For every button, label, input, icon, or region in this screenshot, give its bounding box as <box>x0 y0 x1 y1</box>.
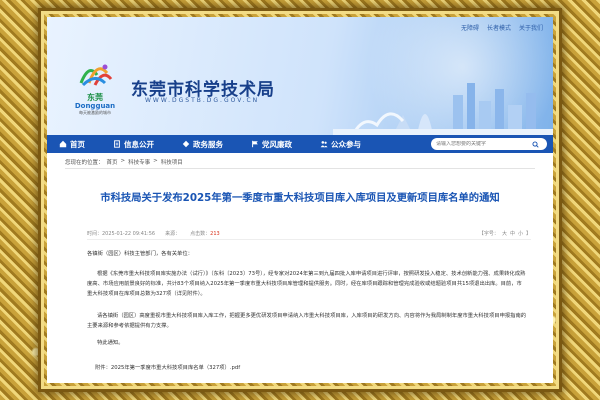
top-links: 无障碍 长者模式 关于我们 <box>461 23 543 32</box>
article-title: 市科技局关于发布2025年第一季度市重大科技项目库入库项目及更新项目库名单的通知 <box>100 192 500 204</box>
breadcrumb-sci-projects[interactable]: 科技项目 <box>161 158 183 166</box>
font-size-large[interactable]: 大 <box>502 230 507 237</box>
font-size-medium[interactable]: 中 <box>510 230 515 237</box>
logo-slogan: 每天被激励的城市 <box>79 110 111 115</box>
document-icon <box>114 140 120 148</box>
salutation-paragraph: 各镇街（园区）科技主管部门，各有关单位： <box>87 251 193 257</box>
breadcrumb-home[interactable]: 首页 <box>107 158 118 166</box>
nav-item-info-disclosure[interactable]: 信息公开 <box>113 139 154 150</box>
source-label: 来源： <box>165 231 181 237</box>
body-paragraph: 请各镇街（园区）高度重视市重大科技项目库入库工作，把握更多更优研发项目申请纳入市… <box>87 313 527 329</box>
party-flag-icon <box>252 140 258 148</box>
clicks-label: 点击数： <box>190 231 211 237</box>
body-paragraph: 根据《东莞市重大科技项目库实施办法（试行）》（东科〔2023〕73号），经专家对… <box>87 271 526 297</box>
article-meta: 时间：2025-01-22 09:41:56 来源： 点击数：213 <box>87 230 220 237</box>
site-domain: WWW.DGSTB.DG.GOV.CN <box>145 97 260 104</box>
dongguan-logo-icon <box>79 64 113 87</box>
font-size-switcher: 【字号： 大 中 小 】 <box>479 230 531 237</box>
divider <box>87 239 531 240</box>
elder-mode-link[interactable]: 长者模式 <box>487 23 511 32</box>
home-icon <box>59 140 67 148</box>
search-box <box>431 138 547 150</box>
attachment: 附件：2025年第一季度市重大科技项目库名单（327项）.pdf <box>95 363 240 371</box>
font-size-label: 【字号： <box>478 231 499 237</box>
publish-date: 时间：2025-01-22 09:41:56 <box>87 231 156 237</box>
logo-english-name: Dongguan <box>74 102 116 110</box>
nav-item-label: 公众参与 <box>331 139 361 149</box>
nav-item-label: 政务服务 <box>193 139 223 149</box>
webpage: 无障碍 长者模式 关于我们 东莞 Dongguan 每天被激励的城市 东莞市科学… <box>47 17 553 383</box>
accessibility-link[interactable]: 无障碍 <box>461 23 479 32</box>
people-icon <box>320 141 328 148</box>
breadcrumb-sci-affairs[interactable]: 科技专事 <box>128 158 150 166</box>
nav-item-public-participation[interactable]: 公众参与 <box>320 139 361 150</box>
font-size-small[interactable]: 小 <box>518 230 523 237</box>
city-skyline-illustration <box>333 83 553 135</box>
nav-item-label: 党风廉政 <box>262 139 292 149</box>
nav-item-integrity[interactable]: 党风廉政 <box>251 139 292 150</box>
closing-paragraph: 特此通知。 <box>97 340 124 346</box>
nav-item-gov-services[interactable]: 政务服务 <box>182 139 223 150</box>
about-us-link[interactable]: 关于我们 <box>519 23 543 32</box>
search-icon[interactable] <box>532 140 539 148</box>
font-size-close: 】 <box>525 231 531 237</box>
logo-city-name: 东莞 <box>87 93 103 102</box>
city-logo[interactable]: 东莞 Dongguan 每天被激励的城市 <box>65 61 125 115</box>
click-count: 213 <box>210 231 220 237</box>
main-nav: 首页 信息公开 政务服务 党风廉政 公众参与 <box>47 135 553 153</box>
attachment-prefix: 附件： <box>95 365 111 371</box>
nav-item-label: 首页 <box>70 139 85 149</box>
service-icon <box>182 140 190 148</box>
nav-item-home[interactable]: 首页 <box>59 139 85 150</box>
search-input[interactable] <box>436 141 532 147</box>
nav-item-label: 信息公开 <box>124 139 154 149</box>
breadcrumb-prefix: 您现在的位置： <box>65 160 104 166</box>
breadcrumb: 您现在的位置： 首页 > 科技专事 > 科技项目 <box>65 158 183 166</box>
attachment-link[interactable]: 2025年第一季度市重大科技项目库名单（327项）.pdf <box>111 365 240 371</box>
header-banner: 无障碍 长者模式 关于我们 东莞 Dongguan 每天被激励的城市 东莞市科学… <box>47 17 553 135</box>
divider <box>65 168 535 169</box>
